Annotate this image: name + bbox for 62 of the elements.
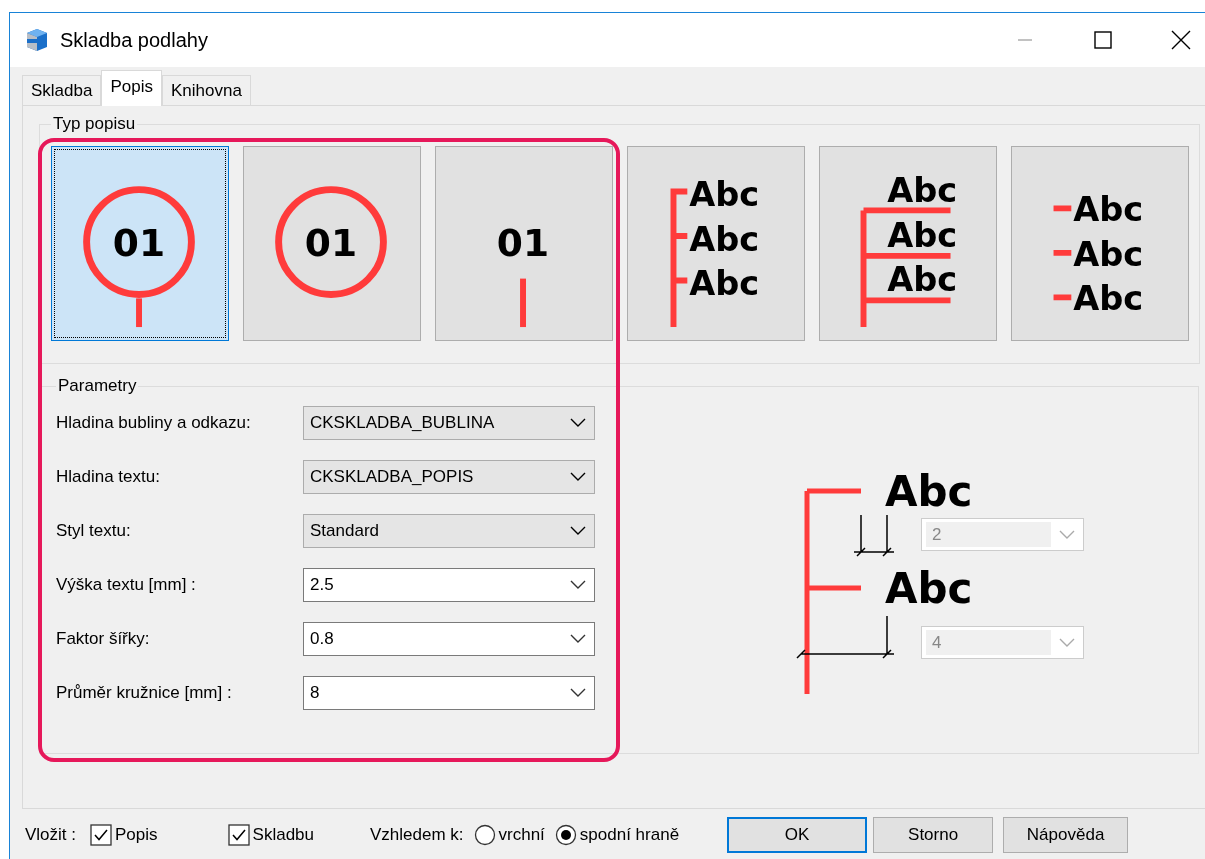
label-style-button[interactable]: 01	[435, 146, 613, 341]
field-label: Hladina textu:	[56, 467, 161, 487]
group-title: Parametry	[57, 376, 138, 396]
insert-label: Vložit :	[25, 825, 77, 845]
sample-text: 01	[304, 220, 358, 265]
field-label: Průměr kružnice [mm] :	[56, 683, 233, 703]
sample-text: Abc	[689, 175, 760, 215]
chevron-icon	[570, 472, 586, 482]
radio-label: vrchní	[498, 825, 545, 845]
label-style-button[interactable]: Abc Abc Abc	[1011, 146, 1189, 341]
stem-drawing	[520, 278, 526, 328]
chevron-icon	[570, 580, 586, 590]
label-style-button[interactable]: Abc Abc Abc	[819, 146, 997, 341]
combo-box[interactable]: 8	[303, 676, 595, 710]
label-style-button[interactable]: 01	[243, 146, 421, 341]
dialog-button[interactable]: Storno	[873, 817, 994, 853]
chevron-icon	[1059, 637, 1075, 648]
sample-text: 01	[112, 220, 166, 265]
field-label: Styl textu:	[56, 521, 132, 541]
chevron-icon	[1059, 529, 1075, 540]
dropdown[interactable]: Standard	[303, 514, 595, 548]
label-style-button[interactable]: 01	[51, 146, 229, 341]
app-icon	[24, 27, 50, 53]
radio-label: spodní hraně	[579, 825, 680, 845]
sample-text: Abc	[887, 171, 958, 211]
sample-text: Abc	[1073, 279, 1144, 319]
tab[interactable]: Skladba	[22, 75, 102, 105]
dialog-button[interactable]: OK	[727, 817, 868, 853]
checkbox-label: Skladbu	[252, 825, 314, 845]
chevron-icon	[570, 688, 586, 698]
field-label: Hladina bubliny a odkazu:	[56, 413, 252, 433]
sample-text: 01	[496, 220, 550, 265]
position-label: Vzhledem k:	[370, 825, 464, 845]
field-label: Výška textu [mm] :	[56, 575, 197, 595]
sample-text: Abc	[887, 215, 958, 255]
sample-text: Abc	[887, 260, 958, 300]
dialog-button[interactable]: Nápověda	[1003, 817, 1129, 853]
dropdown[interactable]: CKSKLADBA_BUBLINA	[303, 406, 595, 440]
checkbox[interactable]	[227, 824, 250, 846]
chevron-icon	[570, 418, 586, 428]
field-label: Faktor šířky:	[56, 629, 151, 649]
sample-text: Abc	[1073, 190, 1144, 230]
sample-text: Abc	[689, 264, 760, 304]
combo-box[interactable]: 0.8	[303, 622, 595, 656]
sample-text: Abc	[689, 219, 760, 259]
dropdown[interactable]: CKSKLADBA_POPIS	[303, 460, 595, 494]
window-title: Skladba podlahy	[60, 28, 209, 52]
sample-text: Abc	[1073, 234, 1144, 274]
sample-text: Abc	[885, 564, 973, 613]
stem-drawing	[136, 298, 142, 328]
label-style-button[interactable]: Abc Abc Abc	[627, 146, 805, 341]
chevron-icon	[570, 634, 586, 644]
radio-button[interactable]	[554, 824, 577, 846]
group-title: Typ popisu	[52, 114, 137, 134]
radio-button[interactable]	[473, 824, 496, 846]
checkbox[interactable]	[90, 824, 113, 846]
tab[interactable]: Knihovna	[161, 75, 251, 105]
sample-text: Abc	[885, 468, 973, 516]
chevron-icon	[570, 526, 586, 536]
checkbox-label: Popis	[115, 825, 158, 845]
tab[interactable]: Popis	[101, 70, 162, 106]
combo-box[interactable]: 2.5	[303, 568, 595, 602]
